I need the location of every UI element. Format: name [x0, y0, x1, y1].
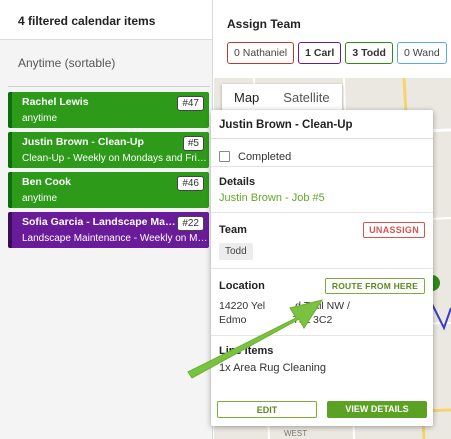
team-section: Team UNASSIGN Todd — [211, 213, 433, 269]
calendar-item-justin-brown[interactable]: Justin Brown - Clean-Up #5 Clean-Up - We… — [8, 132, 210, 168]
details-label: Details — [219, 176, 256, 188]
address-part: d Trail NW / — [295, 300, 350, 312]
tab-map[interactable]: Map — [222, 84, 271, 112]
address-part: T5L 3C2 — [292, 314, 333, 326]
team-chips: 0 Nathaniel 1 Carl 3 Todd 0 Wand — [227, 42, 451, 64]
calendar-item-sofia-garcia[interactable]: Sofia Garcia - Landscape Main… #22 Lands… — [8, 212, 210, 248]
tab-satellite[interactable]: Satellite — [271, 84, 341, 112]
map-type-tabs: Map Satellite — [222, 84, 342, 112]
item-title: Rachel Lewis — [22, 96, 89, 108]
address: 14220 Yel d Trail NW / Edmo T5L 3C2 — [219, 299, 425, 327]
item-subtitle: anytime — [22, 193, 58, 204]
location-label: Location — [219, 280, 265, 292]
item-number-badge: #22 — [177, 216, 204, 231]
completed-checkbox[interactable] — [219, 151, 230, 162]
team-chip-wand[interactable]: 0 Wand — [396, 42, 447, 64]
popup-actions: EDIT VIEW DETAILS — [217, 401, 427, 418]
team-member-pill: Todd — [219, 243, 253, 260]
item-number-badge: #5 — [182, 136, 204, 151]
unassign-button[interactable]: UNASSIGN — [363, 222, 425, 238]
line-item: 1x Area Rug Cleaning — [219, 362, 327, 374]
team-chip-todd[interactable]: 3 Todd — [345, 42, 393, 64]
item-title: Justin Brown - Clean-Up — [22, 136, 144, 148]
item-number-badge: #46 — [177, 176, 204, 191]
item-subtitle: Landscape Maintenance - Weekly on Mon… — [22, 233, 210, 244]
item-title: Sofia Garcia - Landscape Main… — [22, 216, 177, 228]
calendar-item-ben-cook[interactable]: Ben Cook #46 anytime — [8, 172, 209, 208]
section-label: Anytime (sortable) — [18, 56, 116, 70]
item-subtitle: Clean-Up - Weekly on Mondays and Fridays — [22, 153, 210, 164]
line-items-label: Line items — [219, 345, 274, 357]
team-chip-nathaniel[interactable]: 0 Nathaniel — [227, 42, 295, 64]
item-number-badge: #47 — [177, 96, 204, 111]
calendar-items-panel: 4 filtered calendar items Anytime (sorta… — [0, 0, 213, 439]
job-popup: Justin Brown - Clean-Up Completed Detail… — [211, 110, 433, 426]
edit-button[interactable]: EDIT — [217, 401, 317, 418]
item-subtitle: anytime — [22, 113, 58, 124]
calendar-item-list: Rachel Lewis #47 anytime Justin Brown - … — [0, 87, 212, 248]
panel-title: 4 filtered calendar items — [0, 0, 212, 40]
view-details-button[interactable]: VIEW DETAILS — [327, 401, 427, 418]
item-title: Ben Cook — [22, 176, 72, 188]
completed-label: Completed — [238, 150, 292, 163]
team-chip-carl[interactable]: 1 Carl — [298, 42, 342, 64]
popup-title: Justin Brown - Clean-Up — [211, 110, 433, 139]
job-link[interactable]: Justin Brown - Job #5 — [219, 192, 425, 204]
route-from-here-button[interactable]: ROUTE FROM HERE — [324, 278, 425, 294]
location-section: Location ROUTE FROM HERE 14220 Yel d Trai… — [211, 269, 433, 336]
details-section: Details Justin Brown - Job #5 — [211, 167, 433, 213]
line-items-section: Line items 1x Area Rug Cleaning — [211, 336, 433, 382]
map-label-west: WEST — [284, 429, 307, 438]
address-part: 14220 Yel — [219, 300, 266, 312]
completed-row[interactable]: Completed — [211, 139, 433, 167]
calendar-item-rachel-lewis[interactable]: Rachel Lewis #47 anytime — [8, 92, 209, 128]
team-label: Team — [219, 224, 247, 236]
address-part: Edmo — [219, 314, 247, 326]
assign-team-title: Assign Team — [227, 17, 301, 31]
